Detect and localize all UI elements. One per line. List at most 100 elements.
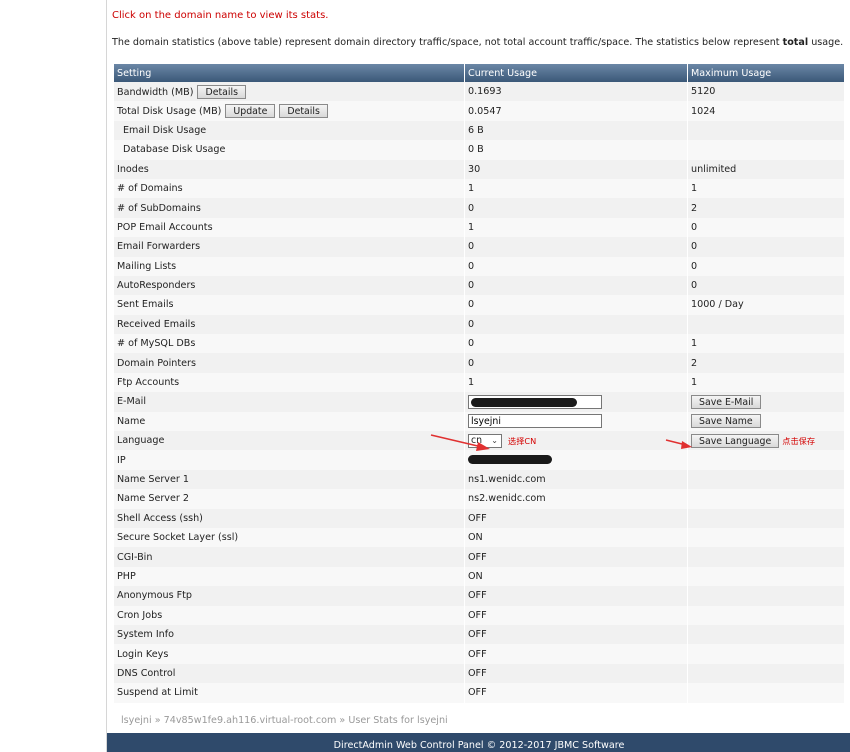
- row-domains: # of Domains 1 1: [114, 178, 844, 199]
- row-label: Name Server 2: [114, 489, 464, 509]
- row-label: Login Keys: [114, 644, 464, 664]
- row-login-keys: Login Keys OFF: [114, 644, 844, 664]
- max-value: 0: [688, 237, 844, 257]
- row-cgi-bin: CGI-Bin OFF: [114, 547, 844, 567]
- row-label: Received Emails: [114, 314, 464, 335]
- row-total-disk-usage: Total Disk Usage (MB) Update Details 0.054…: [114, 101, 844, 121]
- current-value: 0.1693: [465, 82, 687, 102]
- row-autoresponders: AutoResponders 0 0: [114, 275, 844, 296]
- row-label: Bandwidth (MB): [117, 86, 194, 98]
- row-label: Ftp Accounts: [114, 372, 464, 393]
- current-value: OFF: [465, 508, 687, 528]
- header-maximum-usage: Maximum Usage: [688, 64, 844, 82]
- current-value: 6 B: [465, 120, 687, 141]
- row-label: # of Domains: [114, 178, 464, 199]
- row-label: CGI-Bin: [114, 547, 464, 567]
- stats-description: The domain statistics (above table) repr…: [112, 37, 844, 48]
- row-label: POP Email Accounts: [114, 217, 464, 238]
- max-value: 1024: [688, 101, 844, 121]
- row-shell-access: Shell Access (ssh) OFF: [114, 508, 844, 528]
- row-label: System Info: [114, 624, 464, 645]
- save-name-button[interactable]: Save Name: [691, 414, 761, 429]
- row-email: E-Mail Save E-Mail: [114, 392, 844, 412]
- row-sent-emails: Sent Emails 0 1000 / Day: [114, 295, 844, 315]
- row-label: Email Forwarders: [114, 237, 464, 257]
- row-name-server-2: Name Server 2 ns2.wenidc.com: [114, 489, 844, 509]
- row-label: PHP: [114, 566, 464, 587]
- email-field[interactable]: [468, 394, 602, 409]
- current-value: OFF: [465, 624, 687, 645]
- row-label: Inodes: [114, 159, 464, 179]
- breadcrumb-user-link[interactable]: lsyejni: [121, 715, 152, 726]
- current-value: 0: [465, 256, 687, 276]
- save-language-button[interactable]: Save Language: [691, 433, 780, 448]
- current-value: OFF: [465, 586, 687, 606]
- row-email-disk-usage: Email Disk Usage 6 B: [114, 120, 844, 141]
- row-label: Name Server 1: [114, 469, 464, 490]
- row-label: E-Mail: [114, 392, 464, 412]
- current-value: 0: [465, 295, 687, 315]
- max-value: 2: [688, 198, 844, 218]
- row-anonymous-ftp: Anonymous Ftp OFF: [114, 586, 844, 606]
- row-label: Language: [114, 431, 464, 451]
- arrow-to-save-language-icon: [665, 439, 692, 449]
- breadcrumb-server-link[interactable]: 74v85w1fe9.ah116.virtual-root.com: [164, 715, 337, 726]
- max-value: unlimited: [688, 159, 844, 179]
- row-label: # of SubDomains: [114, 198, 464, 218]
- breadcrumb-separator: »: [151, 715, 164, 726]
- current-value: OFF: [465, 605, 687, 625]
- row-label: # of MySQL DBs: [114, 334, 464, 354]
- row-mysql-dbs: # of MySQL DBs 0 1: [114, 334, 844, 354]
- max-value: 1: [688, 372, 844, 393]
- row-ftp-accounts: Ftp Accounts 1 1: [114, 372, 844, 393]
- max-value: 1000 / Day: [688, 295, 844, 315]
- row-label: Name: [114, 411, 464, 432]
- arrow-shaft: [430, 434, 483, 448]
- max-value: 5120: [688, 82, 844, 102]
- row-label: IP: [114, 450, 464, 470]
- max-value: 0: [688, 217, 844, 238]
- max-value: 0: [688, 275, 844, 296]
- select-cn-annotation: 选择CN: [508, 435, 537, 446]
- current-value: 0.0547: [465, 101, 687, 121]
- save-email-button[interactable]: Save E-Mail: [691, 394, 762, 409]
- current-value: 30: [465, 159, 687, 179]
- row-name-server-1: Name Server 1 ns1.wenidc.com: [114, 469, 844, 490]
- row-inodes: Inodes 30 unlimited: [114, 159, 844, 179]
- current-value: 0: [465, 237, 687, 257]
- row-system-info: System Info OFF: [114, 624, 844, 645]
- row-label: Cron Jobs: [114, 605, 464, 625]
- arrow-to-language-select-icon: [430, 434, 490, 451]
- row-suspend-at-limit: Suspend at Limit OFF: [114, 683, 844, 703]
- row-label: Shell Access (ssh): [114, 508, 464, 528]
- current-value: 1: [465, 372, 687, 393]
- row-php: PHP ON: [114, 566, 844, 587]
- click-domain-notice: Click on the domain name to view its sta…: [112, 10, 329, 21]
- current-value: 0: [465, 275, 687, 296]
- name-field[interactable]: [468, 414, 602, 429]
- row-cron-jobs: Cron Jobs OFF: [114, 605, 844, 625]
- row-label: AutoResponders: [114, 275, 464, 296]
- row-received-emails: Received Emails 0: [114, 314, 844, 335]
- current-value: 0: [465, 198, 687, 218]
- chevron-down-icon: ⌄: [491, 435, 498, 445]
- breadcrumb-separator: »: [336, 715, 349, 726]
- disk-details-button[interactable]: Details: [279, 104, 328, 119]
- user-stats-table: Setting Current Usage Maximum Usage Band…: [113, 64, 845, 703]
- current-value: OFF: [465, 683, 687, 703]
- arrow-head: [476, 442, 490, 451]
- row-label: DNS Control: [114, 663, 464, 684]
- row-label: Domain Pointers: [114, 353, 464, 373]
- row-bandwidth: Bandwidth (MB) Details 0.1693 5120: [114, 82, 844, 102]
- bandwidth-details-button[interactable]: Details: [197, 84, 246, 99]
- current-value: ns1.wenidc.com: [465, 469, 687, 490]
- current-value: ns2.wenidc.com: [465, 489, 687, 509]
- row-label: Total Disk Usage (MB): [117, 106, 222, 118]
- row-ssl: Secure Socket Layer (ssl) ON: [114, 527, 844, 548]
- max-value: 1: [688, 178, 844, 199]
- disk-update-button[interactable]: Update: [225, 104, 276, 119]
- arrow-head: [681, 441, 692, 449]
- current-value: 0: [465, 334, 687, 354]
- header-setting: Setting: [114, 64, 464, 82]
- row-label: Database Disk Usage: [114, 140, 464, 160]
